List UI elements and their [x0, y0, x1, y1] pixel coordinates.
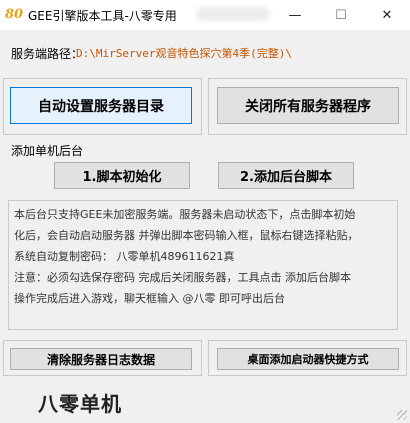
- window-title: GEE引擎版本工具-八零专用: [28, 9, 177, 23]
- auto-set-server-dir-button[interactable]: 自动设置服务器目录: [10, 87, 192, 124]
- title-blur-region: [196, 7, 270, 21]
- server-path-value: D:\MirServer观音特色探穴第4季(完整)\: [76, 47, 292, 60]
- close-button[interactable]: ✕: [364, 0, 410, 30]
- maximize-icon: ☐: [335, 7, 347, 23]
- add-backend-script-button[interactable]: 2.添加后台脚本: [218, 162, 354, 189]
- maximize-button[interactable]: ☐: [318, 0, 364, 30]
- init-script-button[interactable]: 1.脚本初始化: [54, 162, 190, 189]
- close-all-servers-button[interactable]: 关闭所有服务器程序: [217, 87, 399, 124]
- resize-grip-icon[interactable]: [397, 410, 407, 420]
- title-bar[interactable]: 80 GEE引擎版本工具-八零专用 — ☐ ✕: [0, 0, 410, 30]
- info-line: 操作完成后进入游戏，聊天框输入 @八零 即可呼出后台: [14, 292, 285, 305]
- instructions-textbox: 本后台只支持GEE未加密服务端。服务器未启动状态下，点击脚本初始 化后，会自动启…: [8, 200, 398, 330]
- brand-logo-text: 八零单机: [38, 392, 122, 416]
- add-backend-group-label: 添加单机后台: [11, 142, 86, 159]
- minimize-button[interactable]: —: [272, 0, 318, 30]
- info-line: 本后台只支持GEE未加密服务端。服务器未启动状态下，点击脚本初始: [14, 208, 356, 221]
- desktop-shortcut-button[interactable]: 桌面添加启动器快捷方式: [217, 348, 399, 370]
- close-icon: ✕: [381, 7, 393, 23]
- minimize-icon: —: [288, 7, 302, 23]
- info-line: 化后，会自动启动服务器 并弹出脚本密码输入框，鼠标右键选择粘贴，: [14, 229, 359, 242]
- info-line: 系统自动复制密码： 八零单机489611621真: [14, 250, 235, 263]
- server-path-label: 服务端路径：: [11, 47, 84, 61]
- clear-server-logs-button[interactable]: 清除服务器日志数据: [10, 348, 192, 370]
- app-logo-icon: 80: [5, 7, 24, 22]
- info-line: 注意：必须勾选保存密码 完成后关闭服务器，工具点击 添加后台脚本: [14, 271, 351, 284]
